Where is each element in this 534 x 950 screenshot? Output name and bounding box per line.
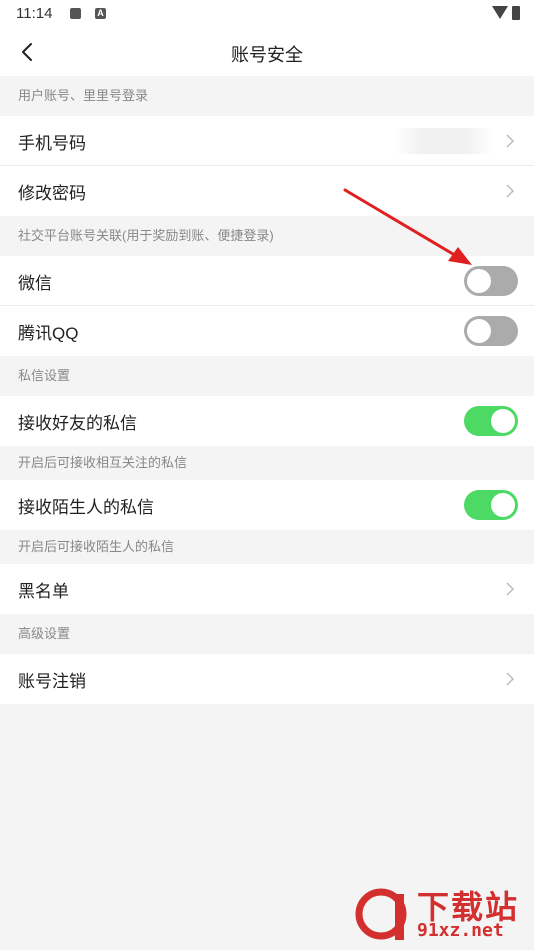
status-bar: 11:14 A — [0, 0, 534, 28]
chevron-right-icon — [506, 582, 515, 596]
qq-toggle[interactable] — [464, 316, 518, 346]
phone-number-row[interactable]: 手机号码 — [0, 116, 534, 166]
strangers-message-label: 接收陌生人的私信 — [18, 497, 154, 517]
phone-number-value-blurred — [394, 128, 494, 154]
section-header-advanced: 高级设置 — [0, 614, 534, 654]
qq-row: 腾讯QQ — [0, 306, 534, 356]
watermark-logo-icon — [355, 888, 407, 940]
section-header-social: 社交平台账号关联(用于奖励到账、便捷登录) — [0, 216, 534, 256]
title-bar: 账号安全 — [0, 28, 534, 76]
cancel-account-row[interactable]: 账号注销 — [0, 654, 534, 704]
friends-message-toggle[interactable] — [464, 406, 518, 436]
phone-number-label: 手机号码 — [18, 133, 86, 153]
strangers-message-toggle[interactable] — [464, 490, 518, 520]
change-password-row[interactable]: 修改密码 — [0, 166, 534, 216]
qq-label: 腾讯QQ — [18, 323, 79, 343]
page-title: 账号安全 — [231, 45, 303, 65]
toggle-knob — [467, 269, 491, 293]
wechat-toggle[interactable] — [464, 266, 518, 296]
notification-icon — [70, 8, 81, 19]
toggle-knob — [467, 319, 491, 343]
friends-message-row: 接收好友的私信 — [0, 396, 534, 446]
wifi-icon — [492, 6, 508, 19]
wechat-label: 微信 — [18, 273, 52, 293]
blacklist-label: 黑名单 — [18, 581, 69, 601]
strangers-message-hint: 开启后可接收陌生人的私信 — [0, 530, 534, 564]
keyboard-notification-icon: A — [95, 8, 106, 19]
watermark-url: 91xz.net — [417, 920, 504, 941]
chevron-right-icon — [506, 184, 515, 198]
change-password-label: 修改密码 — [18, 183, 86, 203]
toggle-knob — [491, 493, 515, 517]
toggle-knob — [491, 409, 515, 433]
strangers-message-row: 接收陌生人的私信 — [0, 480, 534, 530]
watermark: 下载站 91xz.net — [355, 880, 530, 950]
blacklist-row[interactable]: 黑名单 — [0, 564, 534, 614]
chevron-right-icon — [506, 134, 515, 148]
section-header-login: 用户账号、里里号登录 — [0, 76, 534, 116]
status-time: 11:14 — [16, 5, 53, 22]
friends-message-label: 接收好友的私信 — [18, 413, 137, 433]
wechat-row: 微信 — [0, 256, 534, 306]
chevron-right-icon — [506, 672, 515, 686]
section-header-messages: 私信设置 — [0, 356, 534, 396]
battery-icon — [512, 6, 520, 20]
cancel-account-label: 账号注销 — [18, 671, 86, 691]
friends-message-hint: 开启后可接收相互关注的私信 — [0, 446, 534, 480]
